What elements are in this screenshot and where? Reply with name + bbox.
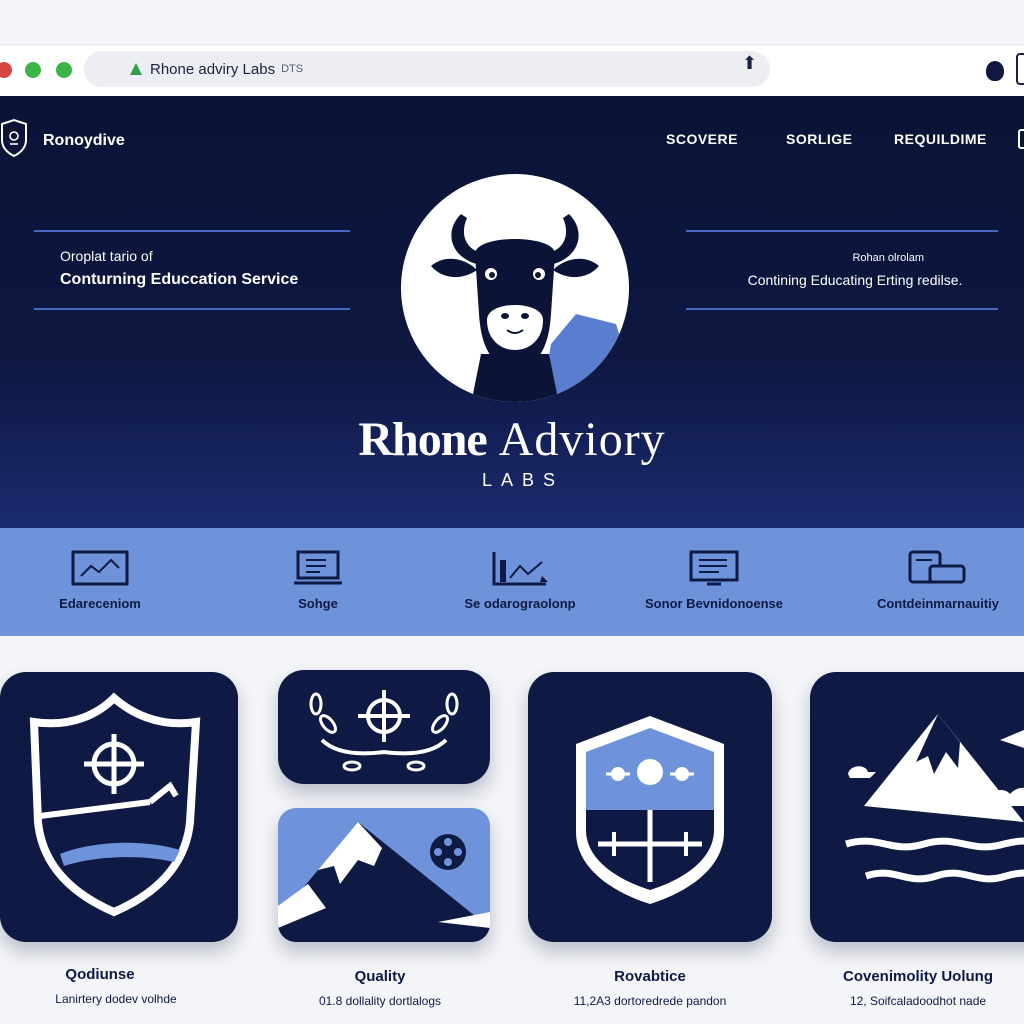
feature-label: Sonor Bevnidonoense [645, 596, 783, 611]
page-subtitle: LABS [481, 470, 565, 490]
divider [686, 308, 998, 310]
address-bar-text: Rhone adviry Labs [150, 60, 276, 78]
feature-label: Contdeinmarnauitiy [876, 596, 1000, 611]
left-tagline-line-2: Conturning Educcation Service [60, 271, 299, 288]
feature-item[interactable]: Sohge [218, 528, 418, 611]
card-subtitle: 01.8 dollality dortlalogs [318, 994, 442, 1008]
profile-icon[interactable] [986, 61, 1004, 81]
feature-card[interactable] [278, 808, 490, 942]
feature-item[interactable]: Contdeinmarnauitiy [838, 528, 1024, 611]
address-bar[interactable]: Rhone adviry Labs DTS [84, 51, 770, 87]
cards-icon [908, 550, 966, 584]
brand-shield-icon[interactable] [0, 118, 30, 158]
laptop-icon [294, 550, 342, 585]
close-window-button[interactable] [0, 62, 12, 78]
card-title: Quality [354, 968, 406, 985]
feature-label: Sohge [298, 596, 338, 611]
card-title: Rovabtice [614, 968, 686, 985]
mountain-waves-icon [845, 714, 1024, 883]
site-favicon-icon [130, 63, 142, 75]
analytics-icon [492, 552, 548, 586]
laurel-crosshair-icon [309, 690, 459, 772]
feature-card[interactable] [0, 672, 238, 942]
feature-item[interactable]: Edareceniom [0, 528, 200, 611]
nav-link-3[interactable]: REQUILDIME [894, 131, 987, 147]
divider [34, 230, 350, 232]
maximize-window-button[interactable] [56, 62, 72, 78]
hexagon-shield-icon [576, 716, 724, 904]
feature-card[interactable] [528, 672, 772, 942]
bull-emblem-icon [401, 174, 629, 402]
right-tagline-line-2: Contining Educating Erting redilse. [747, 272, 963, 288]
card-title: Covenimolity Uolung [843, 968, 993, 985]
brand-name[interactable]: Ronoydive [43, 132, 125, 150]
address-bar-suffix: DTS [281, 63, 304, 75]
nav-link-2[interactable]: SORLIGE [786, 131, 853, 147]
chart-monitor-icon [71, 550, 129, 586]
title-light: Adviory [498, 413, 666, 466]
feature-label: Se odarograolonp [464, 596, 576, 611]
page: Rhone adviry Labs DTS ⬆ Ronoydive SCOVER… [0, 0, 1024, 1024]
card-subtitle: Lanirtery dodev volhde [55, 992, 177, 1006]
feature-card[interactable] [810, 672, 1024, 942]
feature-band: Edareceniom Sohge Se odarograolonp Sonor… [0, 528, 1024, 636]
feature-item[interactable]: Sonor Bevnidonoense [614, 528, 814, 611]
card-subtitle: 11,2A3 dortoredrede pandon [573, 994, 727, 1008]
browser-toolbar: Rhone adviry Labs DTS ⬆ [0, 44, 1024, 96]
card-subtitle: 12, Soifcaladoodhot nade [849, 994, 987, 1008]
nav-link-1[interactable]: SCOVERE [666, 131, 738, 147]
hero-section: Ronoydive SCOVERE SORLIGE REQUILDIME Oro… [0, 96, 1024, 528]
tabs-icon[interactable] [1016, 53, 1024, 85]
page-title: Rhone Adviory [0, 412, 1024, 467]
document-monitor-icon [689, 550, 739, 586]
divider [686, 230, 998, 232]
feature-item[interactable]: Se odarograolonp [420, 528, 620, 611]
title-bold: Rhone [358, 413, 487, 466]
minimize-window-button[interactable] [25, 62, 41, 78]
share-icon[interactable]: ⬆ [742, 53, 757, 74]
menu-icon[interactable] [1018, 129, 1024, 149]
feature-label: Edareceniom [59, 596, 141, 611]
divider [34, 308, 350, 310]
crest-shield-icon [29, 692, 201, 917]
card-title: Qodiunse [65, 966, 135, 983]
feature-card[interactable] [278, 670, 490, 784]
mountain-icon [278, 822, 490, 942]
